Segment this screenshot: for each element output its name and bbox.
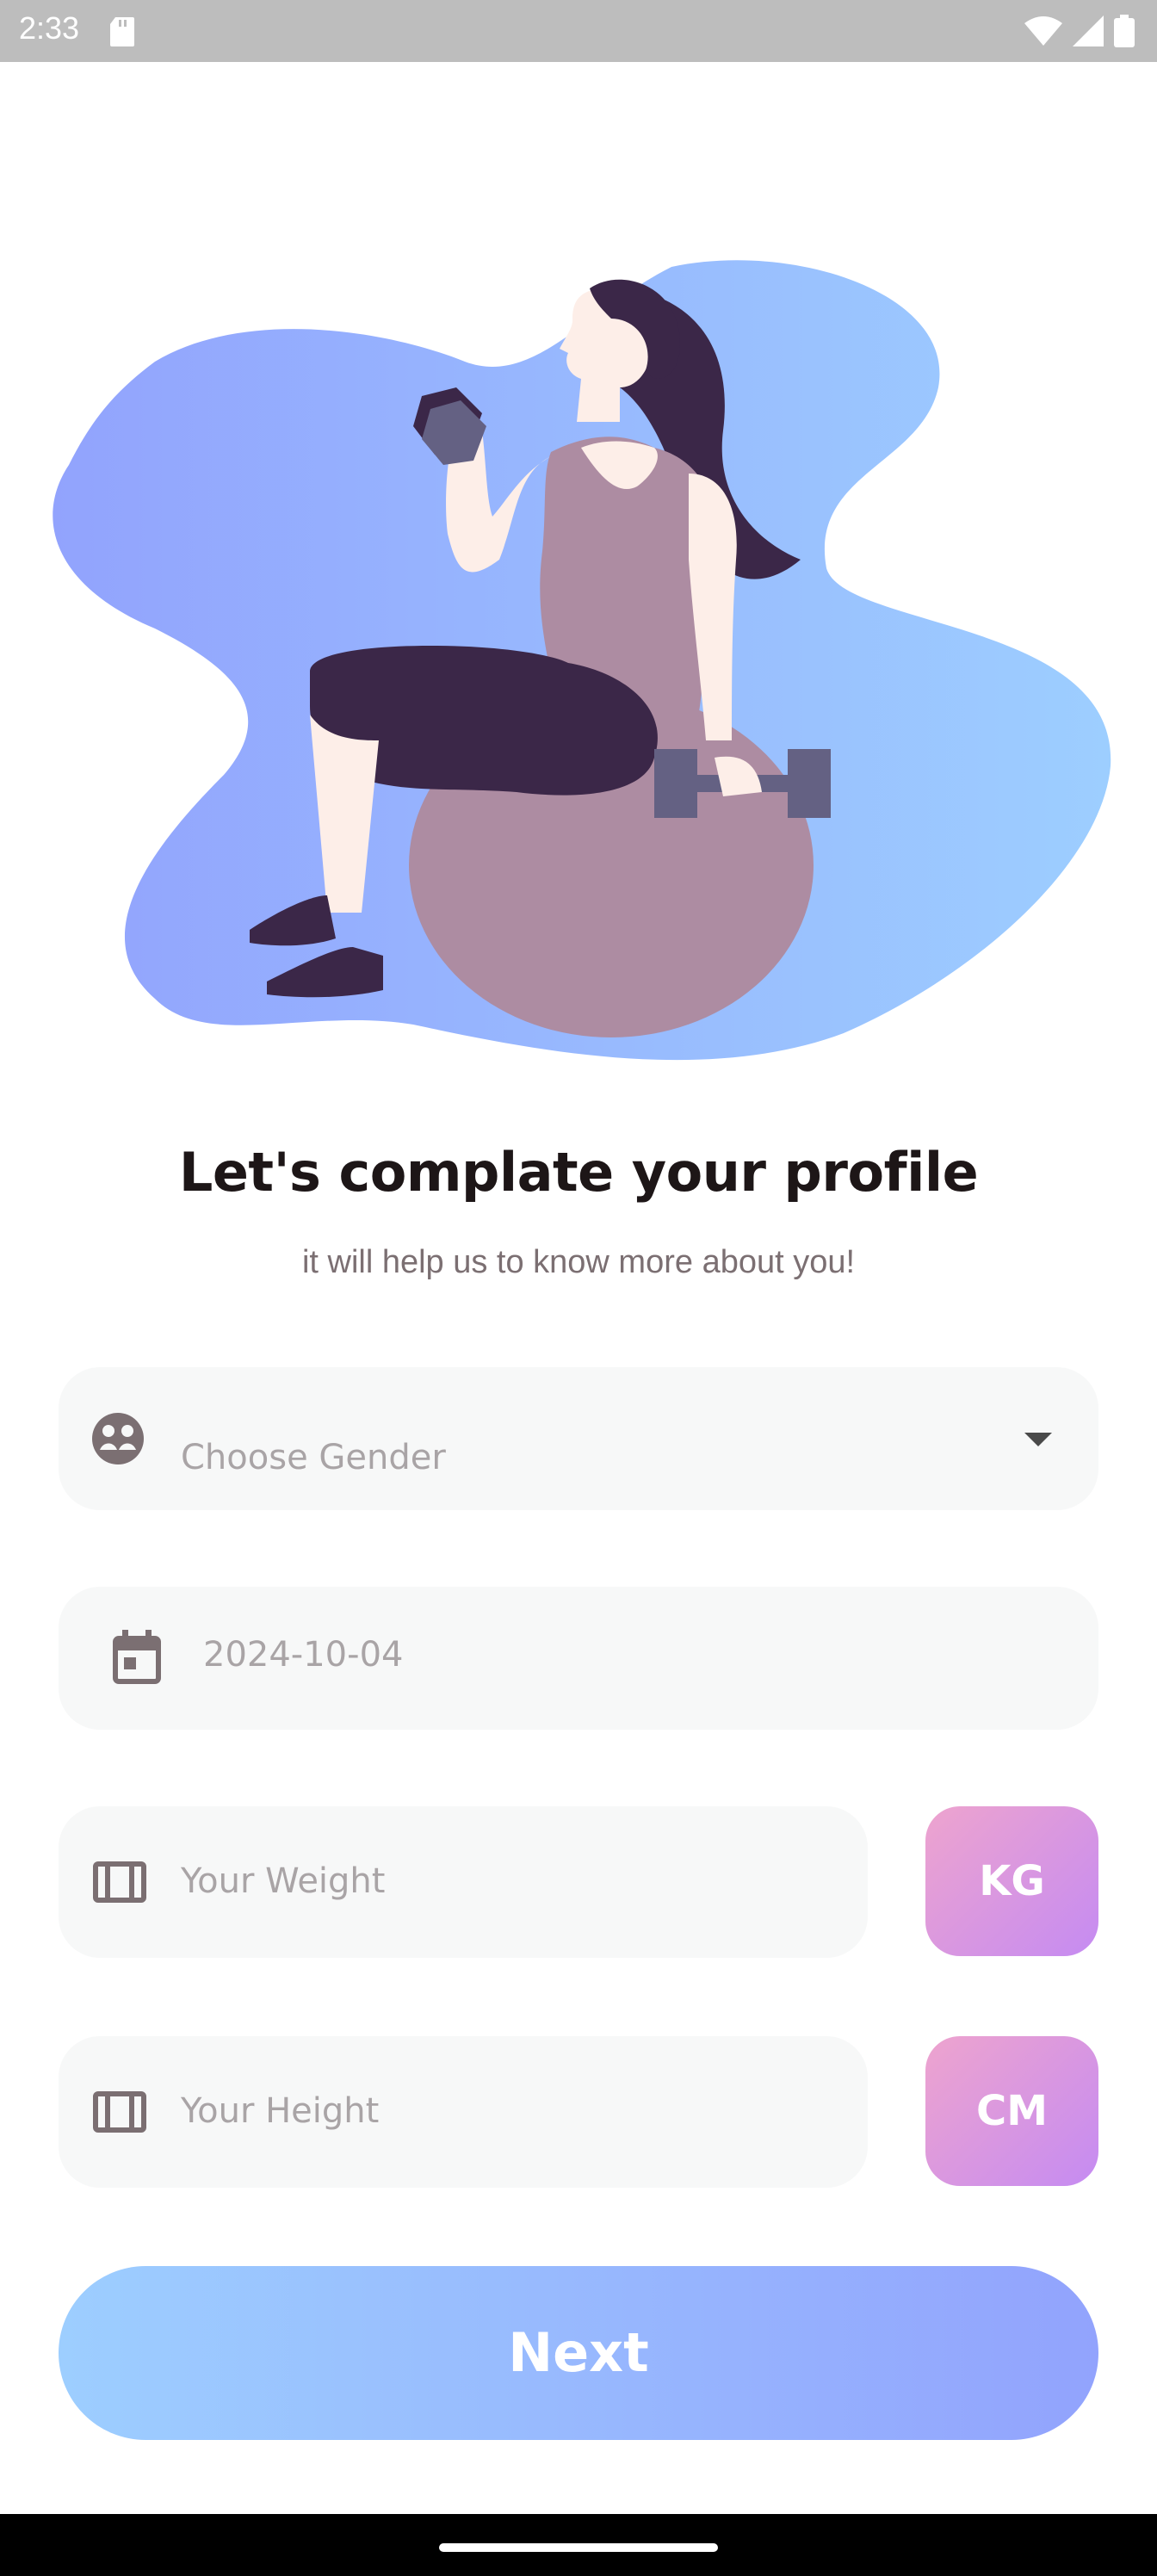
date-of-birth-field[interactable]: 2024-10-04	[59, 1587, 1098, 1730]
sd-card-icon	[110, 17, 134, 46]
gender-placeholder: Choose Gender	[181, 1438, 446, 1477]
home-indicator[interactable]	[439, 2543, 718, 2552]
hero-illustration	[53, 260, 1111, 1061]
date-of-birth-value: 2024-10-04	[203, 1635, 404, 1675]
weight-scale-icon	[93, 1861, 146, 1903]
height-input[interactable]: Your Height	[59, 2036, 868, 2188]
gender-icon	[92, 1413, 144, 1464]
chevron-down-icon[interactable]	[1023, 1431, 1054, 1448]
next-button[interactable]: Next	[59, 2266, 1098, 2440]
calendar-icon	[113, 1630, 161, 1684]
gender-dropdown[interactable]: Choose Gender	[59, 1367, 1098, 1510]
signal-icon	[1073, 15, 1104, 46]
battery-icon	[1114, 15, 1135, 47]
weight-placeholder: Your Weight	[181, 1861, 386, 1901]
height-placeholder: Your Height	[181, 2091, 380, 2131]
unit-kg-button[interactable]: KG	[925, 1806, 1098, 1956]
page-subtitle: it will help us to know more about you!	[301, 1244, 856, 1280]
ruler-icon	[93, 2091, 146, 2133]
status-time: 2:33	[19, 10, 80, 46]
unit-cm-button[interactable]: CM	[925, 2036, 1098, 2186]
wifi-icon	[1024, 16, 1062, 46]
weight-input[interactable]: Your Weight	[59, 1806, 868, 1958]
status-bar: 2:33	[0, 0, 1157, 62]
page-title: Let's complate your profile	[178, 1141, 979, 1204]
